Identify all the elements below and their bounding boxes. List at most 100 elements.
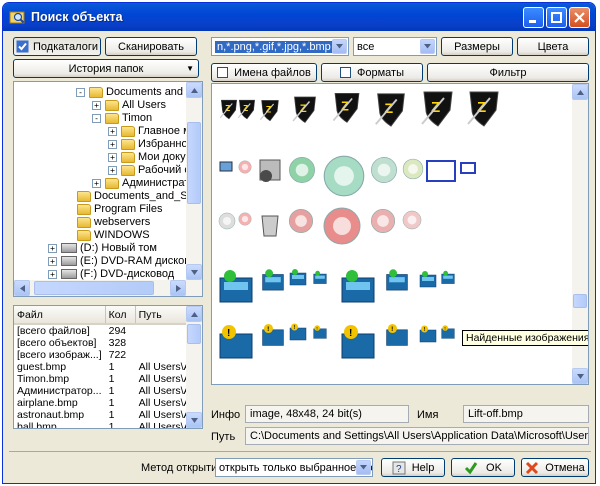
tree-horizontal-scrollbar[interactable]	[14, 280, 202, 296]
scroll-left-icon[interactable]	[14, 280, 30, 296]
image-preview-grid[interactable]: ZZZZZZZZ!!!!!!!! Найденные изображения	[211, 83, 589, 385]
user-card-icon[interactable]	[384, 268, 410, 294]
shield-icon[interactable]: Z	[464, 88, 504, 128]
user-card-icon[interactable]	[338, 268, 378, 308]
disk-icon[interactable]	[256, 156, 284, 184]
user-card-icon[interactable]	[418, 270, 438, 290]
shield-icon[interactable]: Z	[418, 88, 458, 128]
folder-tree[interactable]: - Documents and Setti + All Users - Timon + Гла…	[13, 81, 203, 297]
minimize-button[interactable]	[523, 6, 544, 28]
warning-card-icon[interactable]: !	[288, 322, 308, 342]
table-row[interactable]: guest.bmp 1 All Users\Ap	[14, 361, 200, 373]
table-row[interactable]: [всего объектов] 328	[14, 337, 200, 349]
tree-item[interactable]: Program Files	[64, 202, 162, 216]
warning-card-icon[interactable]: !	[440, 324, 456, 340]
close-button[interactable]	[569, 6, 590, 28]
tree-vertical-scrollbar[interactable]	[186, 82, 202, 280]
window-icon[interactable]	[460, 162, 476, 178]
open-method-combo[interactable]: открыть только выбранное изо	[215, 458, 373, 477]
chevron-down-icon[interactable]	[332, 39, 347, 54]
tree-item[interactable]: + (F:) DVD-дисковод	[48, 267, 174, 281]
collapse-icon[interactable]: -	[92, 113, 101, 123]
list-vertical-scrollbar[interactable]	[186, 306, 202, 428]
table-row[interactable]: astronaut.bmp 1 All Users\Ap	[14, 409, 200, 421]
ball-icon[interactable]	[322, 154, 366, 198]
table-row[interactable]: airplane.bmp 1 All Users\Ap	[14, 397, 200, 409]
formats-button[interactable]: Форматы	[321, 63, 423, 82]
scroll-up-icon[interactable]	[186, 82, 202, 98]
tree-item[interactable]: - Documents and Setti	[76, 85, 202, 99]
expand-icon[interactable]: +	[92, 100, 101, 110]
ball-icon[interactable]	[402, 158, 424, 180]
sizes-button[interactable]: Размеры	[441, 37, 513, 56]
ok-button[interactable]: OK	[451, 458, 515, 477]
shield-icon[interactable]: Z	[330, 90, 364, 124]
table-row[interactable]: Администратор... 1 All Users\Ap	[14, 385, 200, 397]
ball-icon[interactable]	[218, 212, 236, 230]
user-card-icon[interactable]	[216, 268, 256, 308]
table-row[interactable]: [всего изображ...] 722	[14, 349, 200, 361]
warning-card-icon[interactable]: !	[338, 322, 378, 362]
shield-icon[interactable]: Z	[258, 98, 282, 122]
scan-button[interactable]: Сканировать	[105, 37, 197, 56]
file-mask-combo[interactable]: n,*.png,*.gif,*.jpg,*.bmp	[211, 37, 349, 56]
subdirs-button[interactable]: Подкаталоги	[13, 37, 101, 56]
expand-icon[interactable]: +	[108, 126, 117, 136]
warning-card-icon[interactable]: !	[312, 324, 328, 340]
tree-scroll-thumb[interactable]	[187, 122, 201, 204]
ball-icon[interactable]	[238, 160, 252, 174]
expand-icon[interactable]: +	[108, 139, 117, 149]
scroll-down-icon[interactable]	[572, 368, 588, 384]
tree-hscroll-thumb[interactable]	[34, 281, 154, 295]
computer-icon[interactable]	[218, 160, 234, 176]
user-card-icon[interactable]	[260, 268, 286, 294]
tree-item[interactable]: + Администратор	[92, 176, 201, 190]
ball-icon[interactable]	[370, 208, 396, 234]
ball-icon[interactable]	[238, 212, 252, 226]
table-row[interactable]: ball.bmp 1 All Users\Ap	[14, 421, 200, 428]
user-card-icon[interactable]	[312, 270, 328, 286]
filter-button[interactable]: Фильтр	[427, 63, 589, 82]
ball-icon[interactable]	[370, 156, 398, 184]
cancel-button[interactable]: Отмена	[521, 458, 589, 477]
tree-item[interactable]: + All Users	[92, 98, 166, 112]
collapse-icon[interactable]: -	[76, 87, 85, 97]
filter-all-combo[interactable]: все	[353, 37, 437, 56]
column-count-header[interactable]: Кол	[105, 306, 136, 325]
scroll-down-icon[interactable]	[186, 264, 202, 280]
warning-card-icon[interactable]: !	[216, 322, 256, 362]
filenames-button[interactable]: Имена файлов	[211, 63, 317, 82]
expand-icon[interactable]: +	[108, 152, 117, 162]
shield-icon[interactable]: Z	[290, 94, 320, 124]
maximize-button[interactable]	[546, 6, 567, 28]
warning-card-icon[interactable]: !	[418, 324, 438, 344]
expand-icon[interactable]: +	[48, 269, 57, 279]
colors-button[interactable]: Цвета	[517, 37, 589, 56]
tree-item[interactable]: webservers	[64, 215, 150, 229]
expand-icon[interactable]: +	[48, 256, 57, 266]
tree-item[interactable]: + (D:) Новый том	[48, 241, 157, 255]
tree-item[interactable]: + (E:) DVD-RAM дисковод	[48, 254, 202, 268]
tree-item[interactable]: + Избранное	[108, 137, 194, 151]
ball-icon[interactable]	[288, 156, 316, 184]
table-row[interactable]: [всего файлов] 294	[14, 324, 200, 337]
title-bar[interactable]: Поиск объекта	[3, 3, 595, 31]
grid-scroll-thumb[interactable]	[573, 294, 587, 308]
scroll-down-icon[interactable]	[186, 412, 202, 428]
user-card-icon[interactable]	[440, 270, 456, 286]
tree-item[interactable]: Documents_and_Set	[64, 189, 197, 203]
expand-icon[interactable]: +	[92, 178, 101, 188]
shield-icon[interactable]: Z	[236, 98, 258, 120]
ball-icon[interactable]	[402, 210, 422, 230]
shield-icon[interactable]: Z	[372, 90, 410, 128]
file-list[interactable]: Файл Кол Путь [всего файлов] 294 [всего об…	[13, 305, 203, 429]
window-icon[interactable]	[426, 160, 456, 190]
table-row[interactable]: Timon.bmp 1 All Users\Ap	[14, 373, 200, 385]
help-button[interactable]: ? Help	[381, 458, 445, 477]
column-file-header[interactable]: Файл	[14, 306, 106, 325]
ball-icon[interactable]	[322, 206, 362, 246]
trash-icon[interactable]	[256, 210, 284, 238]
expand-icon[interactable]: +	[108, 165, 117, 175]
warning-card-icon[interactable]: !	[384, 322, 410, 348]
chevron-down-icon[interactable]	[356, 460, 371, 475]
